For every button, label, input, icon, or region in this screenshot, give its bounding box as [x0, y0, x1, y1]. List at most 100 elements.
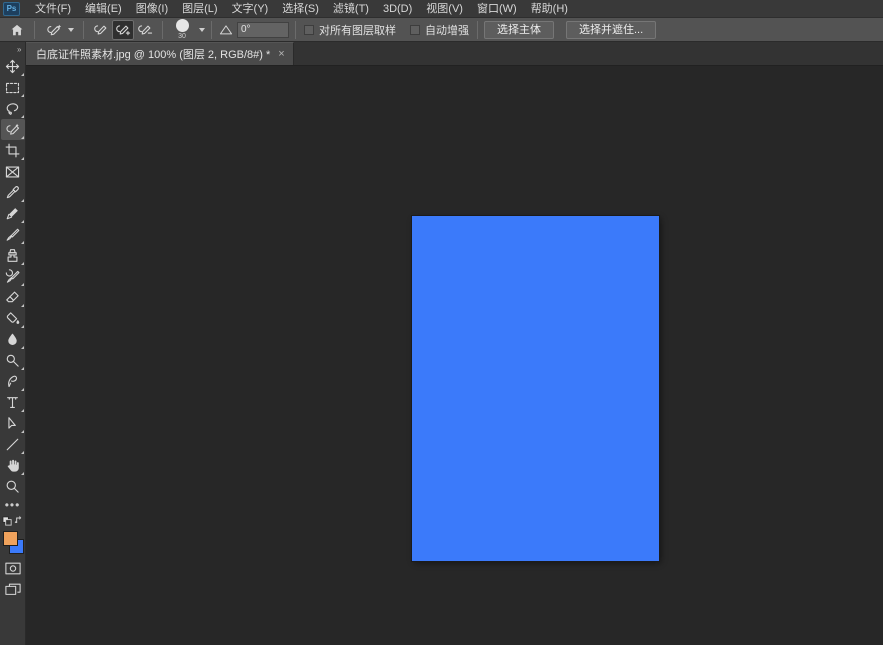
options-separator-6: [477, 20, 478, 39]
flyout-corner-icon: [20, 451, 24, 454]
eyedropper-icon: [6, 186, 19, 199]
history-brush-tool[interactable]: [1, 266, 25, 287]
quick-selection-tool[interactable]: [0, 119, 25, 140]
brush-size-picker[interactable]: 30: [169, 19, 195, 40]
foreground-color-swatch[interactable]: [2, 531, 18, 546]
brush-picker-chevron-down-icon[interactable]: [199, 27, 205, 32]
default-and-swap-colors[interactable]: [1, 513, 25, 529]
sample-all-layers-checkbox[interactable]: 对所有图层取样: [302, 22, 398, 38]
flyout-corner-icon: [20, 220, 24, 223]
path-arrow-icon: [8, 417, 16, 429]
menu-type[interactable]: 文字(Y): [225, 0, 276, 18]
marquee-icon: [5, 82, 20, 93]
options-separator-4: [211, 20, 212, 39]
flyout-corner-icon: [20, 325, 24, 328]
auto-enhance-box-icon: [410, 24, 420, 35]
hand-tool[interactable]: [1, 455, 25, 476]
add-to-selection-button[interactable]: [112, 19, 134, 40]
frame-tool[interactable]: [1, 161, 25, 182]
menu-3d[interactable]: 3D(D): [376, 0, 419, 18]
clone-stamp-tool[interactable]: [1, 245, 25, 266]
screen-mode-button[interactable]: [1, 579, 25, 600]
move-icon: [5, 59, 20, 74]
menu-help[interactable]: 帮助(H): [524, 0, 575, 18]
hand-icon: [7, 459, 19, 472]
select-subject-button[interactable]: 选择主体: [484, 20, 554, 39]
options-separator-2: [83, 20, 84, 39]
history-brush-icon: [5, 269, 20, 283]
zoom-tool[interactable]: [1, 476, 25, 497]
auto-enhance-checkbox[interactable]: 自动增强: [408, 22, 471, 38]
flyout-corner-icon: [20, 304, 24, 307]
clone-stamp-icon: [7, 249, 18, 262]
blur-tool[interactable]: [1, 329, 25, 350]
move-tool[interactable]: [1, 56, 25, 77]
photoshop-window: Ps 文件(F) 编辑(E) 图像(I) 图层(L) 文字(Y) 选择(S) 滤…: [0, 0, 883, 645]
close-icon[interactable]: ×: [276, 48, 286, 60]
canvas-area[interactable]: [26, 66, 883, 645]
spot-healing-brush-tool[interactable]: [1, 203, 25, 224]
eraser-tool[interactable]: [1, 287, 25, 308]
type-tool[interactable]: [1, 392, 25, 413]
image-artboard[interactable]: [412, 216, 659, 561]
crop-tool[interactable]: [1, 140, 25, 161]
healing-brush-icon: [6, 208, 18, 220]
brush-tool[interactable]: [1, 224, 25, 245]
menu-layer[interactable]: 图层(L): [175, 0, 224, 18]
menu-view[interactable]: 视图(V): [419, 0, 470, 18]
quick-mask-button[interactable]: [1, 558, 25, 579]
flyout-corner-icon: [20, 157, 24, 160]
document-tab[interactable]: 白底证件照素材.jpg @ 100% (图层 2, RGB/8#) * ×: [26, 42, 294, 65]
flyout-corner-icon: [20, 367, 24, 370]
dodge-icon: [6, 354, 19, 367]
gradient-bucket-icon: [6, 312, 20, 324]
blur-drop-icon: [8, 333, 17, 346]
color-swatches[interactable]: [1, 530, 25, 558]
quick-mask-icon: [4, 562, 21, 575]
screen-mode-icon: [4, 583, 21, 595]
flyout-corner-icon: [20, 409, 24, 412]
flyout-corner-icon: [20, 262, 24, 265]
menu-filter[interactable]: 滤镜(T): [326, 0, 376, 18]
rectangular-marquee-tool[interactable]: [1, 77, 25, 98]
flyout-corner-icon: [20, 283, 24, 286]
path-selection-tool[interactable]: [1, 413, 25, 434]
quick-selection-add-icon: [116, 25, 131, 36]
flyout-corner-icon: [20, 241, 24, 244]
flyout-corner-icon: [20, 94, 24, 97]
photoshop-logo-icon[interactable]: Ps: [3, 1, 20, 16]
subtract-from-selection-button[interactable]: [134, 20, 156, 40]
select-and-mask-button[interactable]: 选择并遮住...: [566, 20, 657, 39]
frame-icon: [5, 165, 20, 178]
tool-preset-picker[interactable]: [41, 20, 77, 40]
sample-all-layers-box-icon: [304, 24, 314, 35]
pen-tool[interactable]: [1, 371, 25, 392]
document-tab-title: 白底证件照素材.jpg @ 100% (图层 2, RGB/8#) *: [36, 49, 271, 61]
menu-select[interactable]: 选择(S): [275, 0, 326, 18]
toolbar-expand-button[interactable]: »: [0, 44, 26, 56]
photoshop-logo-text: Ps: [6, 3, 17, 13]
menu-file[interactable]: 文件(F): [28, 0, 78, 18]
lasso-icon: [6, 103, 19, 115]
tool-preset-chevron-down-icon: [68, 27, 74, 32]
home-button[interactable]: [6, 19, 28, 41]
menu-image[interactable]: 图像(I): [129, 0, 175, 18]
tools-panel: » •••: [0, 42, 26, 645]
pen-icon: [8, 375, 18, 388]
dodge-tool[interactable]: [1, 350, 25, 371]
lasso-tool[interactable]: [1, 98, 25, 119]
line-shape-tool[interactable]: [1, 434, 25, 455]
auto-enhance-label: 自动增强: [425, 24, 469, 37]
menu-edit[interactable]: 编辑(E): [78, 0, 129, 18]
options-separator-1: [34, 20, 35, 39]
default-colors-icon: [1, 515, 21, 526]
gradient-tool[interactable]: [1, 308, 25, 329]
edit-toolbar-button[interactable]: •••: [1, 497, 25, 513]
menu-window[interactable]: 窗口(W): [470, 0, 524, 18]
menu-bar: Ps 文件(F) 编辑(E) 图像(I) 图层(L) 文字(Y) 选择(S) 滤…: [0, 0, 883, 18]
eyedropper-tool[interactable]: [1, 182, 25, 203]
brush-angle-input[interactable]: 0°: [237, 21, 289, 38]
line-icon: [6, 438, 19, 451]
new-selection-button[interactable]: [90, 20, 112, 40]
options-bar: 30 0° 对所有图层取样 自动增强 选择主体 选择并遮住...: [0, 18, 883, 42]
